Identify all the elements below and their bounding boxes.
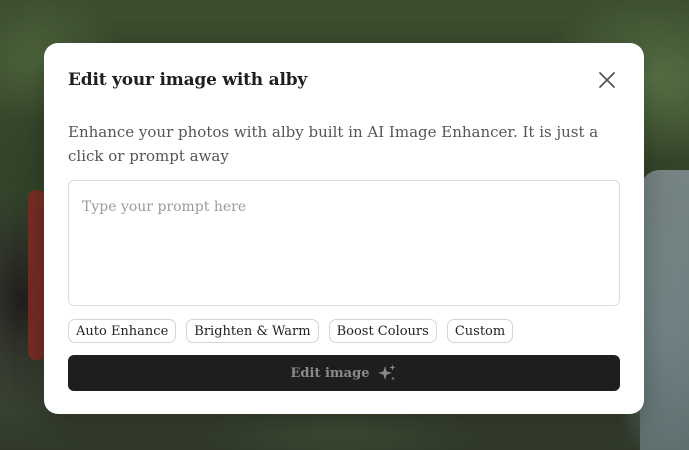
- prompt-field[interactable]: [68, 180, 620, 306]
- close-button[interactable]: [596, 69, 618, 91]
- edit-image-button[interactable]: Edit image: [68, 355, 620, 391]
- preset-boost-colours[interactable]: Boost Colours: [328, 319, 437, 343]
- preset-chips: Auto Enhance Brighten & Warm Boost Colou…: [68, 319, 514, 343]
- preset-auto-enhance[interactable]: Auto Enhance: [68, 319, 177, 343]
- prompt-input[interactable]: [69, 181, 619, 305]
- close-icon: [599, 72, 615, 88]
- dialog-description: Enhance your photos with alby built in A…: [68, 123, 599, 165]
- sparkle-icon: [378, 364, 396, 381]
- preset-custom[interactable]: Custom: [446, 319, 514, 343]
- preset-brighten-warm[interactable]: Brighten & Warm: [186, 319, 319, 343]
- edit-image-dialog: Edit your image with alby Enhance your p…: [44, 43, 644, 414]
- dialog-title: Edit your image with alby: [68, 70, 308, 90]
- edit-image-label: Edit image: [290, 365, 370, 381]
